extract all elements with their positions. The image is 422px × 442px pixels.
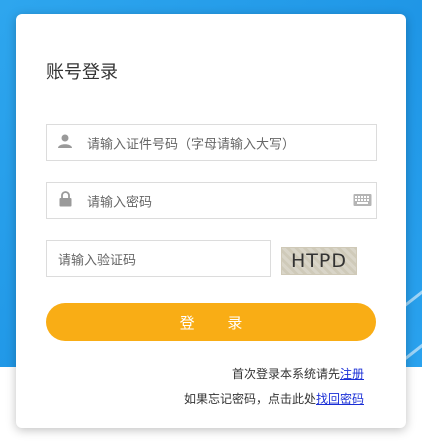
- id-number-input[interactable]: 请输入证件号码（字母请输入大写）: [46, 124, 377, 161]
- login-card: 账号登录 请输入证件号码（字母请输入大写） 请输入密码 请输入验证码 HTPD …: [16, 14, 406, 428]
- captcha-input[interactable]: 请输入验证码: [46, 240, 271, 277]
- register-prefix: 首次登录本系统请先: [231, 367, 340, 381]
- forgot-prefix: 如果忘记密码，点击此处: [183, 392, 316, 406]
- keyboard-icon[interactable]: [353, 191, 372, 210]
- user-icon: [57, 133, 73, 153]
- lock-icon: [59, 190, 72, 211]
- captcha-image[interactable]: HTPD: [281, 247, 357, 275]
- password-input[interactable]: 请输入密码: [46, 182, 377, 219]
- login-button[interactable]: 登 录: [46, 303, 376, 341]
- forgot-password-link[interactable]: 找回密码: [316, 392, 364, 406]
- password-placeholder: 请输入密码: [87, 195, 153, 210]
- id-number-placeholder: 请输入证件号码（字母请输入大写）: [87, 137, 296, 152]
- forgot-password-hint: 如果忘记密码，点击此处找回密码: [184, 390, 364, 407]
- captcha-placeholder: 请输入验证码: [58, 253, 137, 268]
- register-link[interactable]: 注册: [340, 367, 364, 381]
- register-hint: 首次登录本系统请先注册: [232, 365, 364, 382]
- page-title: 账号登录: [46, 62, 118, 83]
